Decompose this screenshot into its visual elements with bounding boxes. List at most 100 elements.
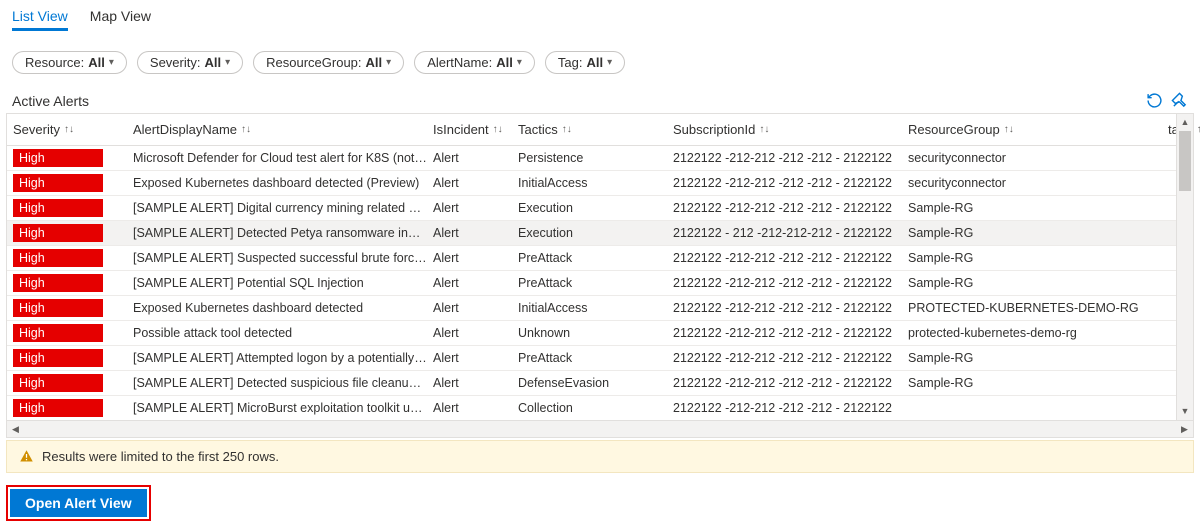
cell-tactics: Collection xyxy=(512,401,667,415)
scroll-right-icon[interactable]: ▶ xyxy=(1176,421,1193,437)
chevron-down-icon: ▾ xyxy=(386,57,391,68)
filter-value: All xyxy=(88,55,105,70)
alerts-grid: Severity↑↓ AlertDisplayName↑↓ IsIncident… xyxy=(6,113,1194,438)
severity-badge: High xyxy=(13,374,103,392)
table-row[interactable]: High [SAMPLE ALERT] Digital currency mini… xyxy=(7,196,1193,221)
filter-bar: Resource: All ▾ Severity: All ▾ Resource… xyxy=(6,37,1194,92)
cell-isincident: Alert xyxy=(427,351,512,365)
sort-icon: ↑↓ xyxy=(759,124,769,135)
cell-subscription: 2122122 - 212 -212-212-212 - 2122122 xyxy=(667,226,902,240)
section-title: Active Alerts xyxy=(12,93,89,109)
filter-resource[interactable]: Resource: All ▾ xyxy=(12,51,127,74)
cell-subscription: 2122122 -212-212 -212 -212 - 2122122 xyxy=(667,376,902,390)
horizontal-scrollbar[interactable]: ◀ ▶ xyxy=(7,420,1193,437)
cell-alertname: Exposed Kubernetes dashboard detected xyxy=(127,301,427,315)
undo-icon[interactable] xyxy=(1146,92,1163,109)
scroll-down-icon[interactable]: ▼ xyxy=(1177,403,1193,420)
cell-alertname: [SAMPLE ALERT] Attempted logon by a pote… xyxy=(127,351,427,365)
sort-icon: ↑↓ xyxy=(493,124,503,135)
scroll-left-icon[interactable]: ◀ xyxy=(7,421,24,437)
cell-resourcegroup: Sample-RG xyxy=(902,376,1162,390)
cell-tactics: InitialAccess xyxy=(512,176,667,190)
filter-alertname[interactable]: AlertName: All ▾ xyxy=(414,51,535,74)
cell-isincident: Alert xyxy=(427,401,512,415)
cell-alertname: [SAMPLE ALERT] MicroBurst exploitation t… xyxy=(127,401,427,415)
cell-resourcegroup: Sample-RG xyxy=(902,251,1162,265)
cell-resourcegroup: Sample-RG xyxy=(902,201,1162,215)
cell-tactics: PreAttack xyxy=(512,251,667,265)
severity-badge: High xyxy=(13,174,103,192)
filter-value: All xyxy=(586,55,603,70)
filter-resourcegroup[interactable]: ResourceGroup: All ▾ xyxy=(253,51,404,74)
cell-alertname: [SAMPLE ALERT] Suspected successful brut… xyxy=(127,251,427,265)
table-row[interactable]: High[SAMPLE ALERT] Suspected successful … xyxy=(7,246,1193,271)
cell-alertname: Exposed Kubernetes dashboard detected (P… xyxy=(127,176,427,190)
cell-resourcegroup: PROTECTED-KUBERNETES-DEMO-RG xyxy=(902,301,1162,315)
table-row[interactable]: High Exposed Kubernetes dashboard detecte… xyxy=(7,171,1193,196)
warning-text: Results were limited to the first 250 ro… xyxy=(42,449,279,464)
severity-badge: High xyxy=(13,149,103,167)
cell-subscription: 2122122 -212-212 -212 -212 - 2122122 xyxy=(667,351,902,365)
cell-subscription: 2122122 -212-212 -212 -212 - 2122122 xyxy=(667,176,902,190)
open-alert-highlight: Open Alert View xyxy=(6,485,151,521)
filter-label: Tag: xyxy=(558,55,583,70)
filter-value: All xyxy=(366,55,383,70)
col-severity[interactable]: Severity↑↓ xyxy=(7,122,127,137)
cell-isincident: Alert xyxy=(427,251,512,265)
sort-icon: ↑↓ xyxy=(1004,124,1014,135)
table-row[interactable]: HighExposed Kubernetes dashboard detecte… xyxy=(7,296,1193,321)
cell-tactics: InitialAccess xyxy=(512,301,667,315)
table-row[interactable]: High[SAMPLE ALERT] Potential SQL Injecti… xyxy=(7,271,1193,296)
col-isincident[interactable]: IsIncident↑↓ xyxy=(427,122,512,137)
sort-icon: ↑↓ xyxy=(562,124,572,135)
column-headers: Severity↑↓ AlertDisplayName↑↓ IsIncident… xyxy=(7,114,1193,146)
table-row[interactable]: High[SAMPLE ALERT] Detected Petya ransom… xyxy=(7,221,1193,246)
cell-subscription: 2122122 -212-212 -212 -212 - 2122122 xyxy=(667,151,902,165)
cell-tactics: Unknown xyxy=(512,326,667,340)
filter-severity[interactable]: Severity: All ▾ xyxy=(137,51,243,74)
col-subscriptionid[interactable]: SubscriptionId↑↓ xyxy=(667,122,902,137)
table-row[interactable]: HighPossible attack tool detectedAlertUn… xyxy=(7,321,1193,346)
severity-badge: High xyxy=(13,349,103,367)
severity-badge: High xyxy=(13,274,103,292)
cell-alertname: [SAMPLE ALERT] Detected Petya ransomware… xyxy=(127,226,427,240)
cell-tactics: DefenseEvasion xyxy=(512,376,667,390)
cell-tactics: Execution xyxy=(512,201,667,215)
cell-alertname: Possible attack tool detected xyxy=(127,326,427,340)
warning-bar: Results were limited to the first 250 ro… xyxy=(6,440,1194,473)
cell-resourcegroup: Sample-RG xyxy=(902,276,1162,290)
table-row[interactable]: High [SAMPLE ALERT] Attempted logon by a … xyxy=(7,346,1193,371)
cell-resourcegroup: securityconnector xyxy=(902,151,1162,165)
filter-value: All xyxy=(496,55,513,70)
vertical-scrollbar[interactable]: ▲ ▼ xyxy=(1176,114,1193,420)
cell-isincident: Alert xyxy=(427,176,512,190)
filter-tag[interactable]: Tag: All ▾ xyxy=(545,51,625,74)
cell-resourcegroup: Sample-RG xyxy=(902,226,1162,240)
scroll-up-icon[interactable]: ▲ xyxy=(1177,114,1193,131)
table-row[interactable]: High [SAMPLE ALERT] MicroBurst exploitati… xyxy=(7,396,1193,420)
grid-body: High Microsoft Defender for Cloud test al… xyxy=(7,146,1193,420)
tab-map-view[interactable]: Map View xyxy=(90,8,151,31)
table-row[interactable]: High Microsoft Defender for Cloud test al… xyxy=(7,146,1193,171)
open-alert-view-button[interactable]: Open Alert View xyxy=(10,489,147,517)
cell-alertname: [SAMPLE ALERT] Detected suspicious file … xyxy=(127,376,427,390)
col-resourcegroup[interactable]: ResourceGroup↑↓ xyxy=(902,122,1162,137)
tab-list-view[interactable]: List View xyxy=(12,8,68,31)
pin-icon[interactable] xyxy=(1171,92,1188,109)
filter-label: ResourceGroup: xyxy=(266,55,361,70)
severity-badge: High xyxy=(13,199,103,217)
cell-alertname: [SAMPLE ALERT] Digital currency mining r… xyxy=(127,201,427,215)
severity-badge: High xyxy=(13,399,103,417)
cell-tactics: PreAttack xyxy=(512,276,667,290)
col-alertdisplayname[interactable]: AlertDisplayName↑↓ xyxy=(127,122,427,137)
cell-alertname: Microsoft Defender for Cloud test alert … xyxy=(127,151,427,165)
cell-isincident: Alert xyxy=(427,301,512,315)
filter-label: Severity: xyxy=(150,55,201,70)
cell-resourcegroup: protected-kubernetes-demo-rg xyxy=(902,326,1162,340)
col-tactics[interactable]: Tactics↑↓ xyxy=(512,122,667,137)
table-row[interactable]: High [SAMPLE ALERT] Detected suspicious f… xyxy=(7,371,1193,396)
filter-value: All xyxy=(204,55,221,70)
filter-label: AlertName: xyxy=(427,55,492,70)
view-tabs: List View Map View xyxy=(6,8,1194,37)
scroll-thumb[interactable] xyxy=(1179,131,1191,191)
